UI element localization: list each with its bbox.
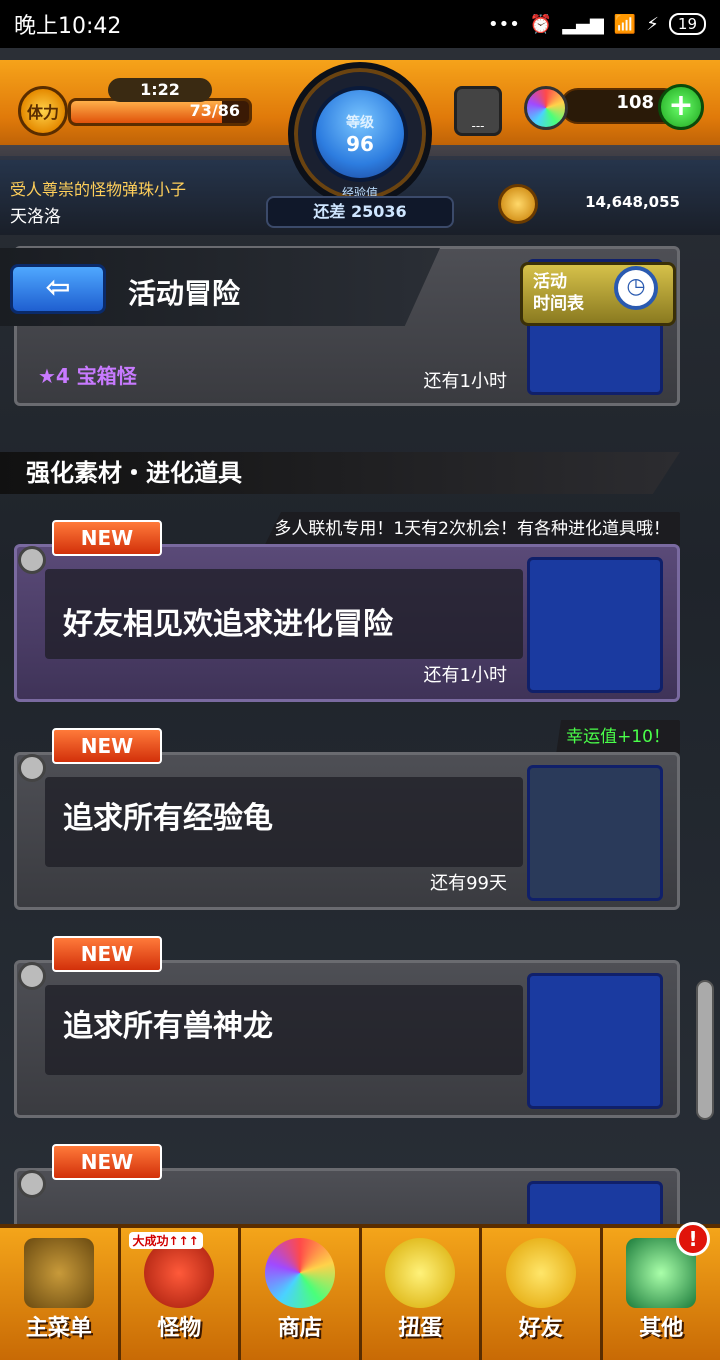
battery-icon: 19 <box>668 13 706 35</box>
new-badge: NEW <box>52 728 162 764</box>
quest-title: 追求所有兽神龙 <box>63 1009 273 1044</box>
nav-label: 商店 <box>277 1316 322 1341</box>
quest-title: 好友相见欢追求进化冒险 <box>63 607 393 642</box>
egg-counter-icon[interactable]: --- <box>454 86 502 136</box>
quest-time: 还有1小时 <box>423 371 507 392</box>
level-label: 等级 <box>346 115 374 131</box>
level-number: 96 <box>346 132 374 156</box>
success-badge: 大成功↑↑↑ <box>128 1232 203 1249</box>
coin-count: 14,648,055 <box>585 193 680 211</box>
status-icons: ••• ⏰ ▂▄▆ 📶 ⚡ 19 <box>488 13 706 35</box>
quest-thumbnail <box>527 765 663 901</box>
nav-label: 其他 <box>639 1316 684 1341</box>
scrollbar[interactable] <box>696 980 714 1120</box>
quest-card-friends[interactable]: 好友相见欢追求进化冒险 还有1小时 <box>14 544 680 702</box>
quest-tagline: 幸运值+10！ <box>556 720 680 754</box>
back-button[interactable]: ⇦ <box>10 264 106 314</box>
clock-icon: ◷ <box>614 266 658 310</box>
orb-icon <box>264 1238 335 1308</box>
coin-icon <box>498 184 538 224</box>
quest-title: 追求所有经验龟 <box>63 801 273 836</box>
pin-icon <box>18 754 46 782</box>
more-icon: ••• <box>488 13 520 35</box>
nav-shop[interactable]: 商店 <box>241 1228 362 1360</box>
quest-card-beast-dragon[interactable]: 追求所有兽神龙 <box>14 960 680 1118</box>
nav-label: 好友 <box>518 1316 563 1341</box>
player-name: 天洛洛 <box>10 207 61 227</box>
pin-icon <box>18 546 46 574</box>
quest-time: 还有99天 <box>430 873 507 894</box>
add-gems-button[interactable]: + <box>658 84 704 130</box>
alert-icon: ! <box>676 1222 710 1256</box>
signal-icon: ▂▄▆ <box>562 13 604 35</box>
pin-icon <box>18 962 46 990</box>
quest-thumbnail <box>527 973 663 1109</box>
player-title: 受人尊崇的怪物弹珠小子 <box>10 180 187 199</box>
nav-gacha[interactable]: 扭蛋 <box>362 1228 482 1360</box>
quest-rarity: ★4 宝箱怪 <box>38 364 137 388</box>
status-time: 晚上10:42 <box>14 14 122 39</box>
page-title: 活动冒险 <box>128 277 241 310</box>
exp-remaining: 还差 25036 <box>266 196 454 228</box>
new-badge: NEW <box>52 520 162 556</box>
stamina-value: 73/86 <box>189 101 240 120</box>
nav-other[interactable]: ! 其他 <box>603 1222 720 1360</box>
quest-tagline: 多人联机专用！1天有2次机会！有各种进化道具哦！ <box>264 512 680 546</box>
egg-icon <box>385 1238 456 1308</box>
wifi-icon: 📶 <box>613 13 637 35</box>
level-badge: 等级 96 <box>312 86 408 182</box>
quest-thumbnail <box>527 557 663 693</box>
nav-label: 主菜单 <box>25 1316 92 1341</box>
castle-icon <box>23 1238 94 1308</box>
nav-label: 怪物 <box>157 1316 202 1341</box>
orb-icon <box>524 86 568 130</box>
gem-count: 108 <box>616 92 654 113</box>
new-badge: NEW <box>52 936 162 972</box>
bottom-nav: 主菜单 大成功↑↑↑ 怪物 商店 扭蛋 好友 ! 其他 <box>0 1222 720 1360</box>
charging-icon: ⚡ <box>646 13 659 35</box>
stamina-timer: 1:22 <box>108 78 212 102</box>
new-badge: NEW <box>52 1144 162 1180</box>
quest-time: 还有1小时 <box>423 665 507 686</box>
quest-card-exp-turtle[interactable]: 追求所有经验龟 还有99天 <box>14 752 680 910</box>
pin-icon <box>18 1170 46 1198</box>
nav-label: 扭蛋 <box>398 1316 443 1341</box>
nav-monsters[interactable]: 大成功↑↑↑ 怪物 <box>121 1228 241 1360</box>
stamina-icon: 体力 <box>18 86 68 136</box>
friends-icon <box>505 1238 576 1308</box>
alarm-icon: ⏰ <box>529 13 553 35</box>
nav-main-menu[interactable]: 主菜单 <box>0 1228 121 1360</box>
nav-friends[interactable]: 好友 <box>482 1228 603 1360</box>
section-header: 强化素材・进化道具 <box>0 452 680 494</box>
status-bar: 晚上10:42 ••• ⏰ ▂▄▆ 📶 ⚡ 19 <box>0 0 720 48</box>
